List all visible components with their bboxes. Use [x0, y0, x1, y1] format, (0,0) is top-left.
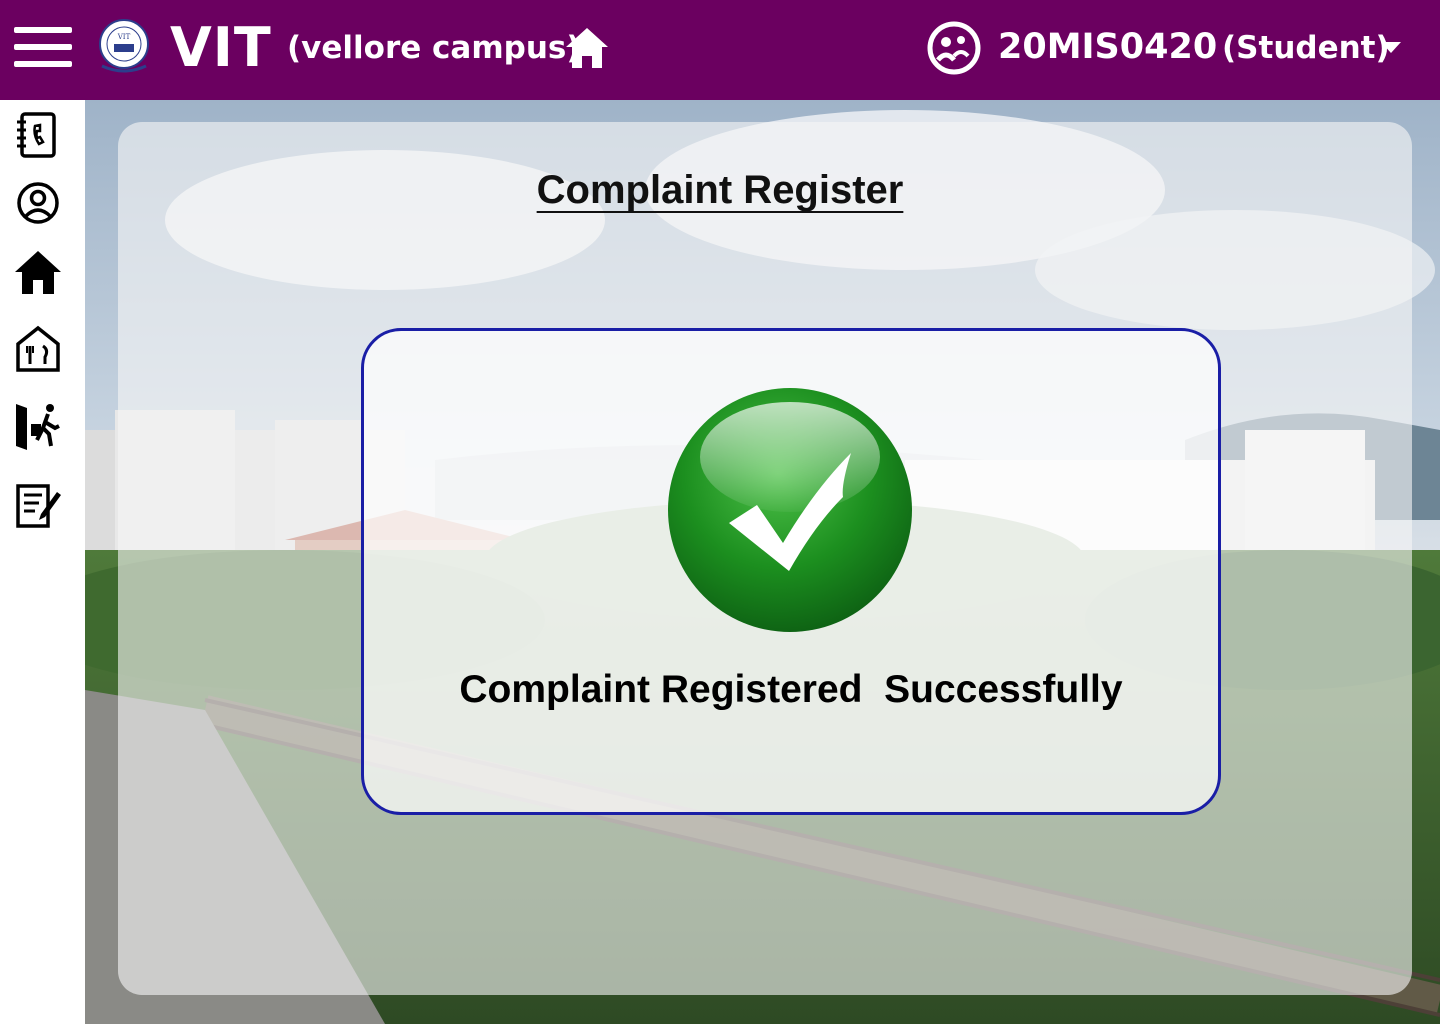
- mess-icon[interactable]: [13, 324, 63, 374]
- success-check-icon: [668, 388, 912, 632]
- vit-logo: VIT: [99, 19, 149, 73]
- page-title-text: Complaint Register: [536, 168, 904, 212]
- success-message: Complaint Registered Successfully: [459, 668, 1123, 711]
- home-icon[interactable]: [564, 26, 610, 70]
- page-title: Complaint Register: [0, 168, 1440, 213]
- sidebar: [0, 100, 85, 1024]
- chevron-down-icon[interactable]: [1381, 42, 1401, 54]
- hamburger-menu-icon[interactable]: [14, 27, 72, 67]
- brand-title: VIT: [170, 16, 272, 79]
- user-role: (Student): [1222, 30, 1390, 66]
- contacts-book-icon[interactable]: [13, 110, 63, 160]
- complaint-form-icon[interactable]: [13, 480, 63, 530]
- user-avatar-icon: [927, 21, 981, 75]
- home-icon[interactable]: [13, 248, 63, 298]
- campus-subtitle: (vellore campus): [287, 30, 581, 66]
- user-id: 20MIS0420: [998, 27, 1218, 67]
- top-navigation-bar: VIT VIT (vellore campus) 20MIS0420 (Stud…: [0, 0, 1440, 100]
- leave-exit-icon[interactable]: [13, 400, 63, 450]
- svg-text:VIT: VIT: [117, 33, 131, 41]
